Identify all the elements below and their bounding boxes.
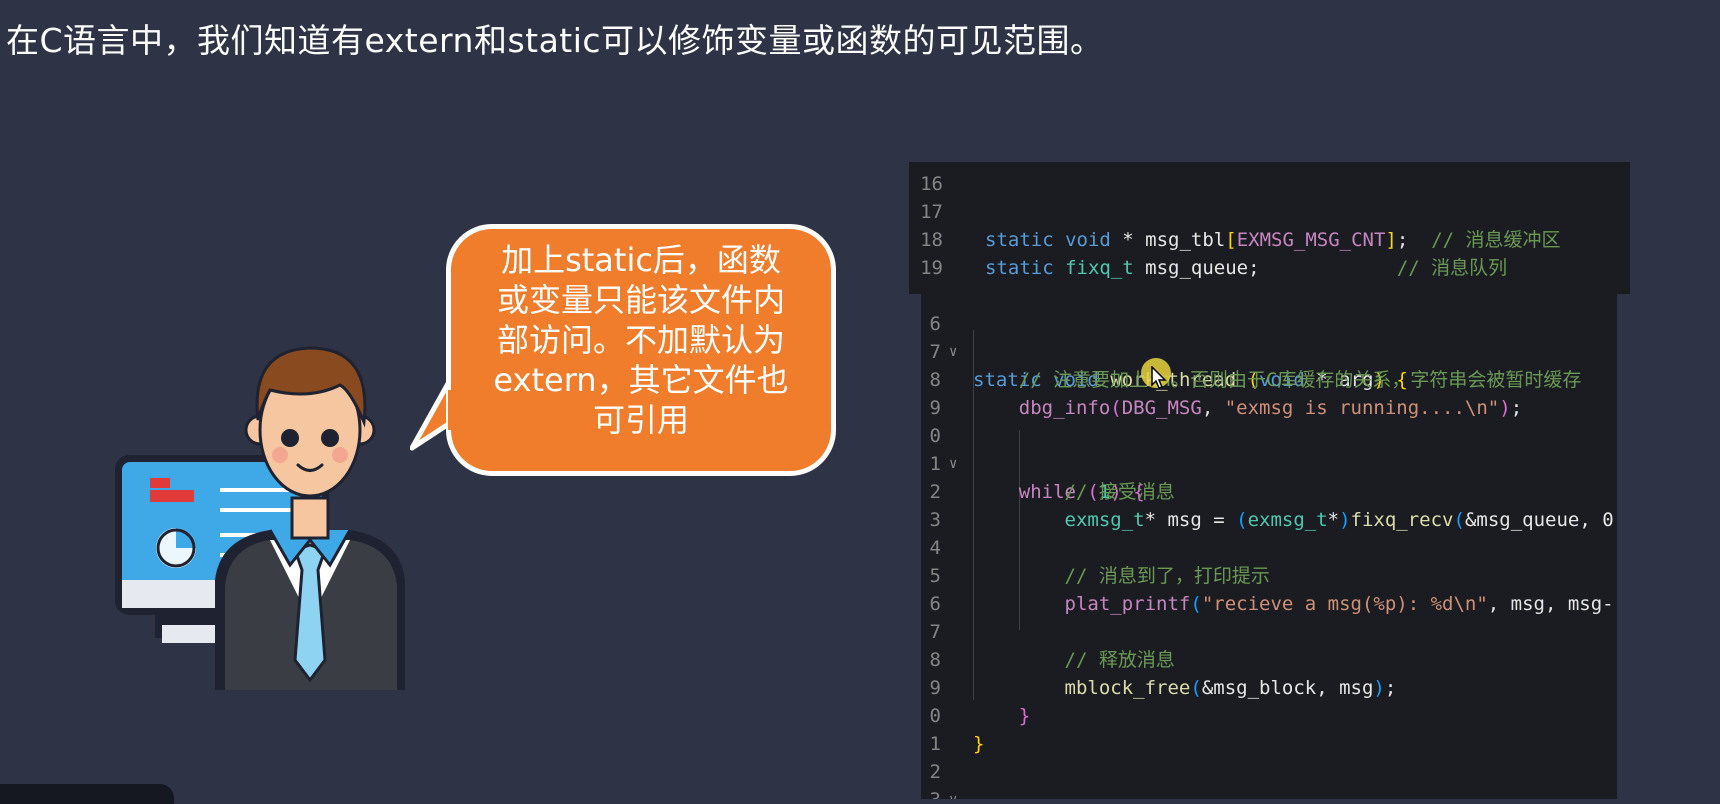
- code-panel-top[interactable]: 16 17 static void * msg_tbl[EXMSG_MSG_CN…: [909, 162, 1630, 294]
- bubble-text: 加上static后，函数 或变量只能该文件内 部访问。不加默认为 extern，…: [476, 240, 806, 440]
- bubble-line: extern，其它文件也: [493, 361, 789, 399]
- code-line: 2 ∨ /**: [921, 730, 967, 799]
- code-line: 19 static exmsg_t msg_buffer[EXMSG_MSG_C…: [920, 257, 1568, 294]
- code-line: 0 }: [929, 705, 985, 755]
- code-line: 6 ∨ static void work_thread (void * arg)…: [929, 313, 1408, 391]
- code-line: 16: [920, 173, 943, 195]
- code-line: 5 plat_printf("recieve a msg(%p): %d\n",…: [929, 565, 1614, 615]
- code-panel-main[interactable]: 6 ∨ static void work_thread (void * arg)…: [921, 280, 1617, 799]
- corner-decoration: [0, 784, 174, 804]
- code-line: 1 // 接受消息: [929, 453, 1175, 503]
- bubble-tail-cover: [448, 390, 468, 430]
- bubble-line: 可引用: [592, 401, 689, 439]
- code-line: 17 static void * msg_tbl[EXMSG_MSG_CNT];…: [920, 201, 1561, 251]
- code-line: 4 // 消息到了，打印提示: [929, 537, 1270, 587]
- code-line: 7 // 释放消息: [929, 621, 1175, 671]
- code-line: 6: [929, 593, 941, 615]
- code-line: 18 static fixq_t msg_queue; // 消息队列: [920, 229, 1508, 279]
- code-line: 3 * @brief 启动核心线程通信机制: [921, 758, 967, 799]
- code-line: 8 dbg_info(DBG_MSG, "exmsg is running...…: [929, 369, 1523, 419]
- code-line: 0 ∨ while (1) {: [929, 425, 1145, 503]
- code-line: 3: [929, 509, 941, 531]
- code-line: 9: [929, 397, 941, 419]
- mouse-pointer-icon: [1151, 366, 1167, 389]
- code-line: 8 mblock_free(&msg_block, msg);: [929, 649, 1397, 699]
- code-line: 1: [929, 733, 941, 755]
- code-line: 7 // 注意要加上\n。否则由于C库缓存的关系，字符串会被暂时缓存: [929, 341, 1582, 391]
- bubble-line: 或变量只能该文件内: [496, 281, 785, 319]
- bubble-line: 加上static后，函数: [501, 241, 781, 279]
- headline: 在C语言中，我们知道有extern和static可以修饰变量或函数的可见范围。: [6, 21, 1104, 60]
- code-line: 2 exmsg_t* msg = (exmsg_t*)fixq_recv(&ms…: [929, 481, 1614, 531]
- code-line: 20 static mblock_t msg_block; // 消息分配器: [909, 254, 955, 294]
- code-line: 9 }: [929, 677, 1031, 727]
- bubble-line: 部访问。不加默认为: [496, 321, 785, 359]
